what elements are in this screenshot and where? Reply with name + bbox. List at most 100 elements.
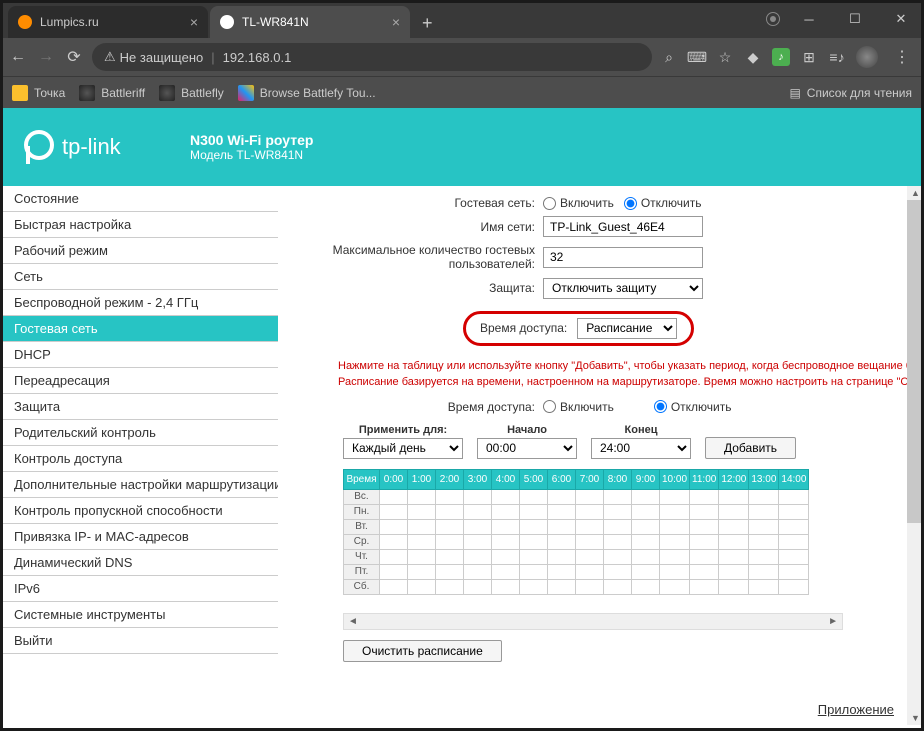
- content-scroll[interactable]: Гостевая сеть: Включить Отключить Имя се…: [288, 196, 924, 715]
- schedule-cell[interactable]: [779, 534, 809, 549]
- schedule-cell[interactable]: [604, 549, 632, 564]
- schedule-cell[interactable]: [779, 564, 809, 579]
- schedule-cell[interactable]: [749, 519, 779, 534]
- key-icon[interactable]: ⌕: [660, 48, 678, 66]
- schedule-cell[interactable]: [749, 579, 779, 594]
- playlist-icon[interactable]: ≡♪: [828, 48, 846, 66]
- ext1-icon[interactable]: ◆: [744, 48, 762, 66]
- bookmark-battleriff[interactable]: Battleriff: [79, 85, 145, 101]
- schedule-cell[interactable]: [464, 504, 492, 519]
- schedule-cell[interactable]: [520, 489, 548, 504]
- schedule-cell[interactable]: [576, 519, 604, 534]
- schedule-cell[interactable]: [749, 534, 779, 549]
- star-icon[interactable]: ☆: [716, 48, 734, 66]
- reading-list-button[interactable]: ▤Список для чтения: [789, 86, 912, 100]
- schedule-cell[interactable]: [408, 549, 436, 564]
- schedule-cell[interactable]: [380, 489, 408, 504]
- sidebar-item[interactable]: Гостевая сеть: [0, 316, 278, 342]
- radio-input[interactable]: [543, 400, 556, 413]
- schedule-cell[interactable]: [408, 579, 436, 594]
- radio-input[interactable]: [543, 197, 556, 210]
- schedule-cell[interactable]: [779, 579, 809, 594]
- schedule-cell[interactable]: [690, 534, 719, 549]
- schedule-cell[interactable]: [690, 579, 719, 594]
- schedule-cell[interactable]: [408, 519, 436, 534]
- tab-tplink[interactable]: TL-WR841N ×: [210, 6, 410, 38]
- schedule-cell[interactable]: [492, 564, 520, 579]
- schedule-cell[interactable]: [632, 504, 660, 519]
- schedule-cell[interactable]: [408, 534, 436, 549]
- close-icon[interactable]: ×: [384, 14, 400, 30]
- schedule-cell[interactable]: [520, 519, 548, 534]
- maxusers-input[interactable]: [543, 247, 703, 268]
- ext3-icon[interactable]: ⊞: [800, 48, 818, 66]
- schedule-cell[interactable]: [660, 534, 690, 549]
- scroll-down-icon[interactable]: ▼: [911, 711, 920, 725]
- schedule-cell[interactable]: [604, 489, 632, 504]
- sidebar-item[interactable]: Динамический DNS: [0, 550, 278, 576]
- schedule-cell[interactable]: [660, 489, 690, 504]
- schedule-cell[interactable]: [520, 549, 548, 564]
- schedule-cell[interactable]: [436, 534, 464, 549]
- schedule-table-wrap[interactable]: Время0:001:002:003:004:005:006:007:008:0…: [343, 469, 843, 607]
- sidebar-item[interactable]: Привязка IP- и MAC-адресов: [0, 524, 278, 550]
- close-icon[interactable]: ×: [182, 14, 198, 30]
- schedule-cell[interactable]: [548, 564, 576, 579]
- close-window-button[interactable]: ✕: [878, 4, 924, 34]
- schedule-cell[interactable]: [604, 519, 632, 534]
- schedule-cell[interactable]: [604, 564, 632, 579]
- sidebar-item[interactable]: Контроль доступа: [0, 446, 278, 472]
- schedule-cell[interactable]: [436, 504, 464, 519]
- guest-enable-radio[interactable]: Включить: [543, 196, 614, 210]
- schedule-cell[interactable]: [690, 519, 719, 534]
- schedule-cell[interactable]: [660, 564, 690, 579]
- schedule-cell[interactable]: [660, 519, 690, 534]
- ext2-icon[interactable]: ♪: [772, 48, 790, 66]
- schedule-cell[interactable]: [632, 519, 660, 534]
- security-warning[interactable]: ⚠ Не защищено: [104, 49, 203, 65]
- schedule-cell[interactable]: [380, 549, 408, 564]
- schedule-cell[interactable]: [464, 564, 492, 579]
- ssid-input[interactable]: [543, 216, 703, 237]
- sidebar-item[interactable]: Сеть: [0, 264, 278, 290]
- schedule-cell[interactable]: [749, 489, 779, 504]
- schedule-cell[interactable]: [576, 564, 604, 579]
- schedule-cell[interactable]: [690, 549, 719, 564]
- schedule-cell[interactable]: [548, 534, 576, 549]
- url-input[interactable]: ⚠ Не защищено | 192.168.0.1: [92, 43, 652, 71]
- schedule-cell[interactable]: [719, 579, 749, 594]
- schedule-cell[interactable]: [660, 549, 690, 564]
- forward-button[interactable]: →: [36, 47, 56, 67]
- sidebar-item[interactable]: Системные инструменты: [0, 602, 278, 628]
- schedule-cell[interactable]: [576, 504, 604, 519]
- radio-input[interactable]: [624, 197, 637, 210]
- schedule-h-scrollbar[interactable]: ◄ ►: [343, 613, 843, 630]
- schedule-cell[interactable]: [520, 504, 548, 519]
- schedule-cell[interactable]: [492, 504, 520, 519]
- at-disable-radio[interactable]: Отключить: [654, 400, 732, 414]
- bookmark-tochka[interactable]: Точка: [12, 85, 65, 101]
- schedule-cell[interactable]: [576, 534, 604, 549]
- schedule-cell[interactable]: [749, 549, 779, 564]
- schedule-cell[interactable]: [436, 489, 464, 504]
- sidebar-item[interactable]: Дополнительные настройки маршрутизации: [0, 472, 278, 498]
- sidebar-item[interactable]: IPv6: [0, 576, 278, 602]
- schedule-cell[interactable]: [690, 504, 719, 519]
- schedule-cell[interactable]: [632, 534, 660, 549]
- at-enable-radio[interactable]: Включить: [543, 400, 614, 414]
- sidebar-item[interactable]: Контроль пропускной способности: [0, 498, 278, 524]
- scrollbar-thumb[interactable]: [907, 200, 924, 523]
- security-select[interactable]: Отключить защиту: [543, 278, 703, 299]
- schedule-cell[interactable]: [604, 504, 632, 519]
- schedule-cell[interactable]: [436, 579, 464, 594]
- sidebar-item[interactable]: Беспроводной режим - 2,4 ГГц: [0, 290, 278, 316]
- schedule-table[interactable]: Время0:001:002:003:004:005:006:007:008:0…: [343, 469, 809, 595]
- schedule-cell[interactable]: [719, 504, 749, 519]
- schedule-cell[interactable]: [436, 564, 464, 579]
- schedule-cell[interactable]: [492, 534, 520, 549]
- schedule-cell[interactable]: [719, 549, 749, 564]
- reload-button[interactable]: ⟳: [64, 47, 84, 67]
- avatar[interactable]: [856, 46, 878, 68]
- schedule-cell[interactable]: [576, 489, 604, 504]
- page-v-scrollbar[interactable]: ▲ ▼: [907, 186, 924, 725]
